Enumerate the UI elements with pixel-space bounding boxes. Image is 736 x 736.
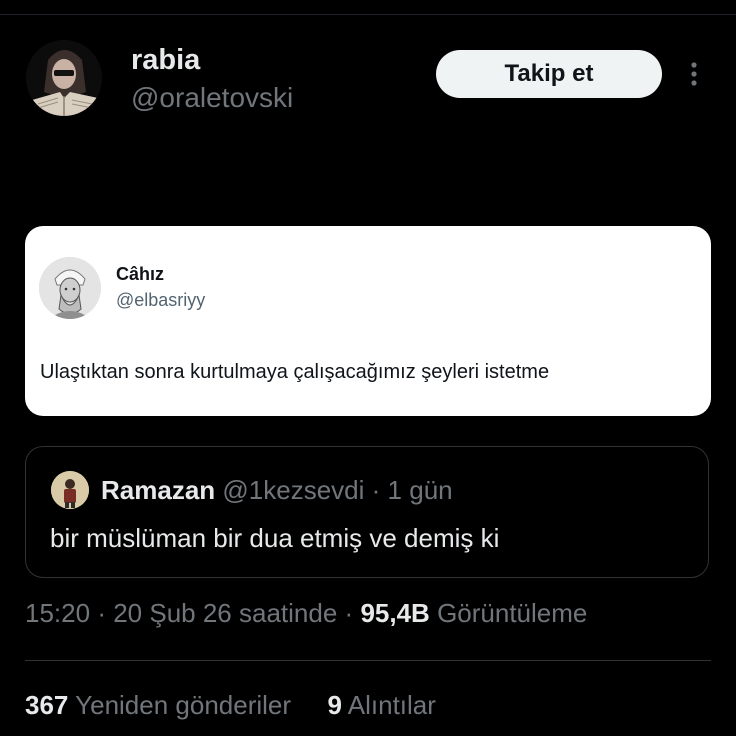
quoted-tweet[interactable]: Ramazan @1kezsevdi · 1 gün bir müslüman … — [25, 446, 709, 578]
reposts-label: Yeniden gönderiler — [75, 690, 292, 720]
card-author-name: Câhız — [116, 264, 165, 284]
top-divider — [0, 14, 736, 15]
quoted-author-avatar[interactable] — [51, 471, 89, 509]
tweet-date[interactable]: 20 Şub 26 saatinde — [113, 598, 337, 628]
attached-image[interactable]: Câhız @elbasriyy Ulaştıktan sonra kurtul… — [25, 226, 711, 416]
author-handle[interactable]: @oraletovski — [131, 82, 293, 114]
quoted-meta: Ramazan @1kezsevdi · 1 gün — [101, 475, 453, 506]
tweet-meta: 15:20 · 20 Şub 26 saatinde · 95,4B Görün… — [25, 598, 587, 629]
card-author-handle: @elbasriyy — [116, 290, 206, 310]
quoted-author-handle[interactable]: @1kezsevdi — [222, 475, 364, 505]
author-avatar[interactable] — [26, 40, 102, 116]
quoted-time[interactable]: 1 gün — [388, 475, 453, 505]
follow-button[interactable]: Takip et — [436, 50, 662, 98]
quotes-count: 9 — [327, 690, 342, 720]
reposts-link[interactable]: 367 Yeniden gönderiler — [25, 690, 298, 720]
engagement-stats: 367 Yeniden gönderiler 9 Alıntılar — [25, 690, 436, 721]
meta-separator: · — [97, 598, 106, 628]
quoted-author-name[interactable]: Ramazan — [101, 475, 215, 505]
card-avatar — [39, 257, 101, 319]
author-display-name[interactable]: rabia — [131, 44, 200, 77]
card-text: Ulaştıktan sonra kurtulmaya çalışacağımı… — [40, 361, 550, 383]
meta-separator: · — [344, 598, 354, 628]
tweet-time[interactable]: 15:20 — [25, 598, 90, 628]
quotes-label: Alıntılar — [347, 690, 436, 720]
quoted-text: bir müslüman bir dua etmiş ve demiş ki — [50, 523, 500, 553]
views-count: 95,4B — [360, 598, 430, 628]
views-label: Görüntüleme — [437, 598, 588, 628]
reposts-count: 367 — [25, 690, 69, 720]
quotes-link[interactable]: 9 Alıntılar — [328, 690, 436, 720]
divider — [25, 660, 711, 661]
more-vertical-icon[interactable] — [684, 58, 704, 90]
tweet-detail-page: rabia @oraletovski Takip et Câhız @elbas… — [0, 0, 736, 736]
quoted-separator: · — [371, 475, 381, 505]
